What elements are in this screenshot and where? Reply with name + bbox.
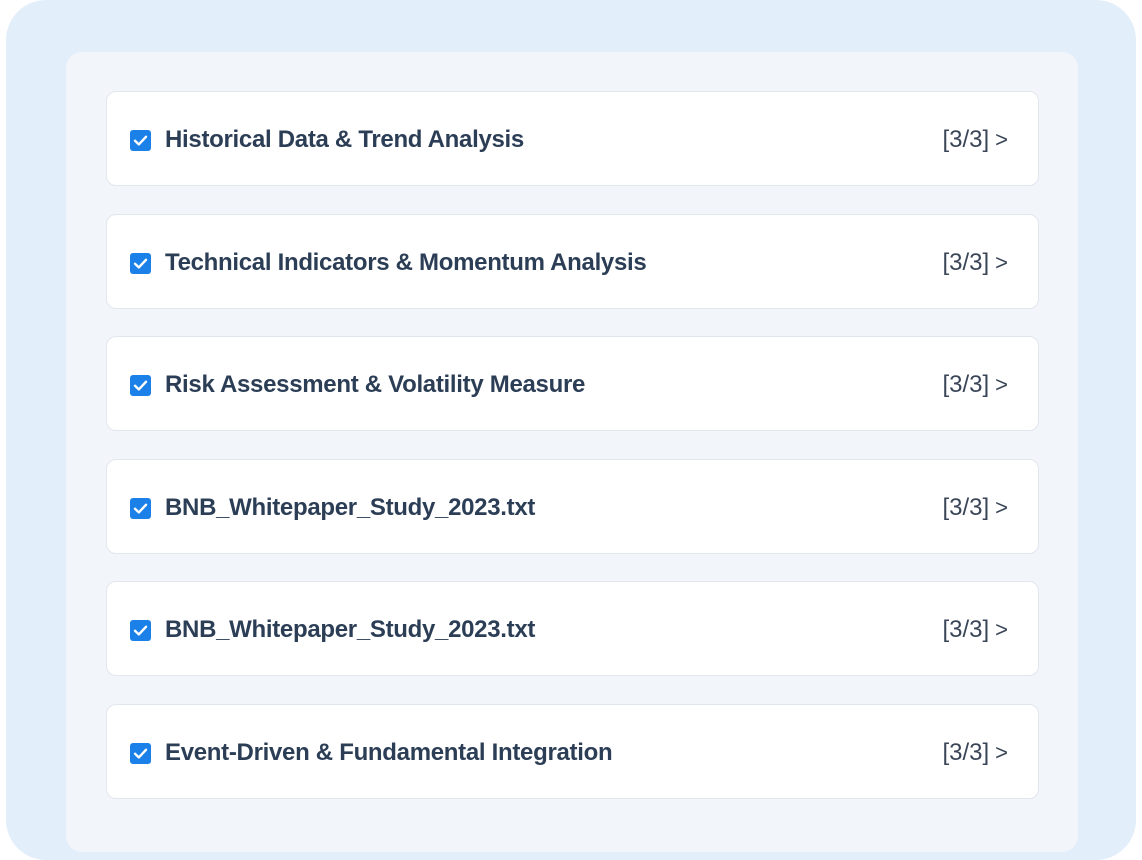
task-label: BNB_Whitepaper_Study_2023.txt (165, 493, 536, 521)
task-progress[interactable]: [3/3] > (942, 492, 1008, 524)
task-progress[interactable]: [3/3] > (942, 614, 1008, 646)
task-label: Historical Data & Trend Analysis (165, 126, 524, 153)
chevron-right-icon[interactable]: > (995, 372, 1008, 397)
task-label: Technical Indicators & Momentum Analysis (165, 248, 647, 276)
chevron-right-icon[interactable]: > (995, 495, 1008, 520)
task-progress[interactable]: [3/3] > (942, 369, 1008, 401)
checkbox-checked-icon[interactable] (130, 742, 151, 764)
task-item[interactable]: BNB_Whitepaper_Study_2023.txt [3/3] > (106, 581, 1039, 676)
task-progress-count: [3/3] (942, 248, 990, 276)
task-progress-count: [3/3] (942, 616, 990, 643)
task-item[interactable]: Technical Indicators & Momentum Analysis… (106, 213, 1039, 309)
task-progress[interactable]: [3/3] > (942, 247, 1008, 279)
task-progress-count: [3/3] (942, 493, 990, 521)
chevron-right-icon[interactable]: > (995, 127, 1008, 152)
task-item[interactable]: Risk Assessment & Volatility Measure [3/… (106, 336, 1039, 431)
checkbox-checked-icon[interactable] (130, 252, 151, 274)
task-progress[interactable]: [3/3] > (942, 124, 1008, 156)
task-list: Historical Data & Trend Analysis [3/3] > … (106, 91, 1039, 826)
task-label: Risk Assessment & Volatility Measure (165, 371, 586, 398)
chevron-right-icon[interactable]: > (995, 740, 1008, 765)
checkbox-checked-icon[interactable] (130, 620, 151, 641)
task-item[interactable]: Historical Data & Trend Analysis [3/3] > (106, 91, 1039, 186)
checkbox-checked-icon[interactable] (130, 130, 151, 151)
checkbox-checked-icon[interactable] (130, 375, 151, 396)
task-progress-count: [3/3] (942, 738, 990, 766)
task-item[interactable]: Event-Driven & Fundamental Integration [… (106, 703, 1039, 799)
task-progress[interactable]: [3/3] > (942, 737, 1008, 769)
chevron-right-icon[interactable]: > (995, 250, 1008, 275)
task-progress-count: [3/3] (942, 371, 990, 398)
task-progress-count: [3/3] (942, 126, 990, 153)
task-item[interactable]: BNB_Whitepaper_Study_2023.txt [3/3] > (106, 458, 1039, 554)
task-label: Event-Driven & Fundamental Integration (165, 738, 613, 766)
task-label: BNB_Whitepaper_Study_2023.txt (165, 616, 536, 643)
chevron-right-icon[interactable]: > (995, 617, 1008, 642)
checkbox-checked-icon[interactable] (130, 497, 151, 519)
